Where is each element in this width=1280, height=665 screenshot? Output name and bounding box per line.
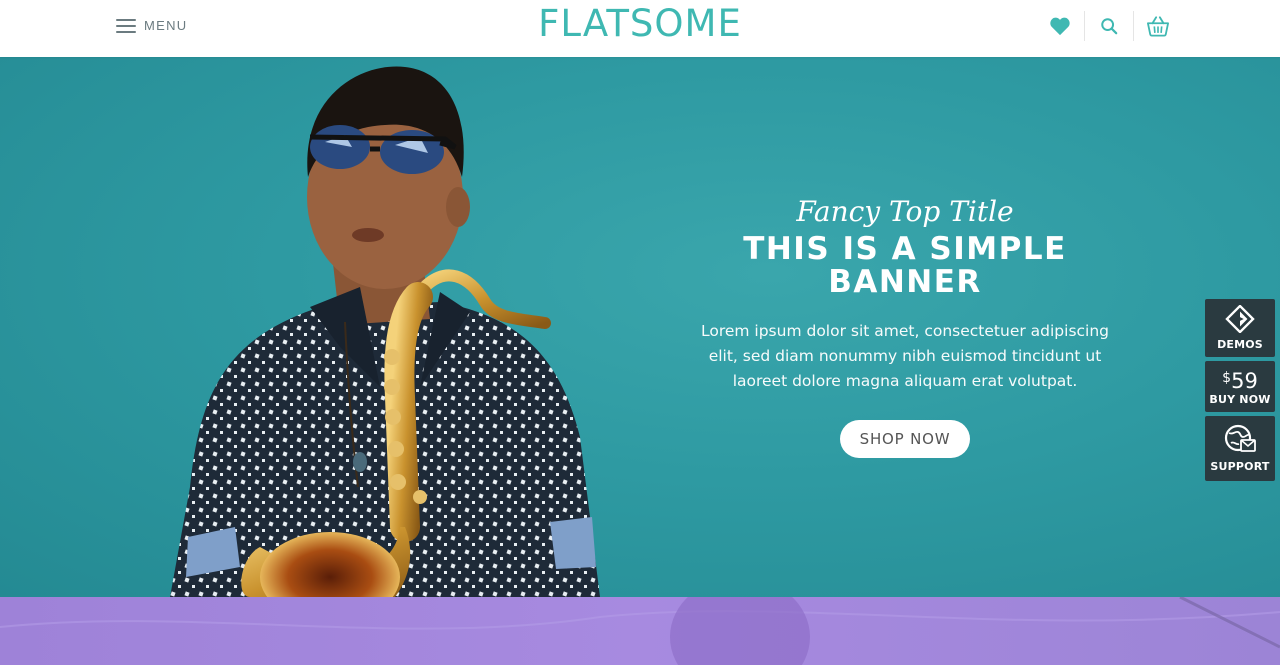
site-header: MENU FLATSOME	[0, 0, 1280, 57]
banner-title-line-2: BANNER	[828, 264, 982, 300]
support-widget[interactable]: SUPPORT	[1205, 416, 1275, 481]
heart-icon[interactable]	[1048, 14, 1072, 38]
banner-fancy-title: Fancy Top Title	[796, 195, 1014, 228]
demos-label: DEMOS	[1217, 338, 1263, 351]
price-value: 59	[1231, 369, 1258, 393]
banner-title-line-1: THIS IS A SIMPLE	[743, 231, 1067, 267]
header-divider	[1084, 11, 1085, 41]
next-section-background-image	[0, 597, 1280, 665]
buy-now-widget[interactable]: $59 BUY NOW	[1205, 361, 1275, 412]
next-section-banner	[0, 597, 1280, 665]
price-currency: $	[1222, 370, 1232, 386]
buy-now-label: BUY NOW	[1209, 393, 1271, 406]
banner-content: Fancy Top Title THIS IS A SIMPLE BANNER …	[690, 195, 1120, 458]
site-logo[interactable]: FLATSOME	[538, 2, 742, 45]
search-icon[interactable]	[1097, 14, 1121, 38]
support-label: SUPPORT	[1210, 460, 1270, 473]
price-display: $59	[1205, 361, 1275, 393]
menu-toggle-button[interactable]: MENU	[116, 14, 187, 36]
flatsome-diamond-icon	[1205, 299, 1275, 338]
shop-now-button[interactable]: SHOP NOW	[839, 420, 971, 458]
banner-description: Lorem ipsum dolor sit amet, consectetuer…	[700, 322, 1110, 390]
header-divider	[1133, 11, 1134, 41]
support-globe-icon	[1205, 416, 1275, 460]
basket-icon[interactable]	[1146, 14, 1170, 38]
demos-widget[interactable]: DEMOS	[1205, 299, 1275, 357]
saxophone-player-image	[170, 66, 600, 597]
hero-banner: Fancy Top Title THIS IS A SIMPLE BANNER …	[0, 57, 1280, 597]
hamburger-icon	[116, 18, 136, 33]
header-icons	[1048, 10, 1170, 42]
menu-label: MENU	[144, 17, 188, 33]
